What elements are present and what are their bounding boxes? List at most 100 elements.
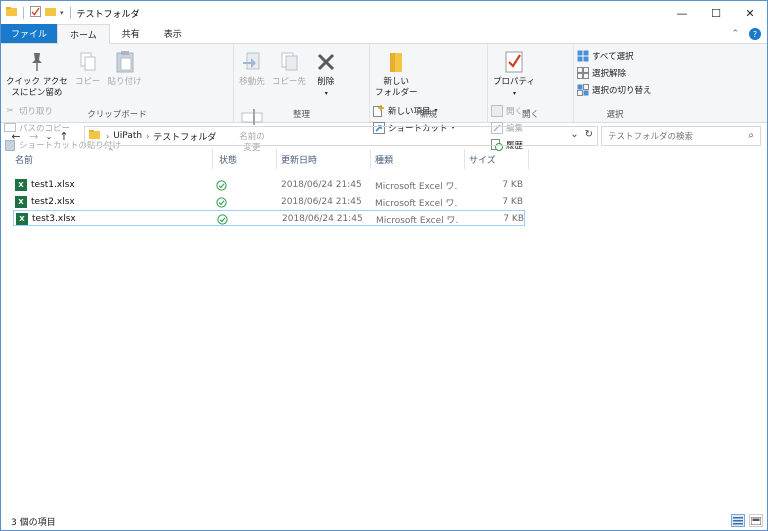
chevron-up-icon[interactable]: ⌃ bbox=[731, 29, 739, 39]
select-group: すべて選択 選択解除 選択の切り替え 選択 bbox=[574, 44, 656, 123]
new-folder-label-1: 新しい bbox=[383, 77, 410, 87]
file-size: 7 KB bbox=[502, 197, 523, 207]
table-row[interactable]: Xtest2.xlsx 2018/06/24 21:45 Microsoft E… bbox=[13, 194, 525, 210]
close-button[interactable]: ✕ bbox=[733, 1, 767, 25]
ribbon: クイック アクセ スにピン留め コピー 貼り付け ✂ 切り取り パスのコピー シ… bbox=[1, 44, 767, 153]
navigation-bar: ← → ⌄ ↑ › UiPath › テストフォルダ ⌄ ↻ テストフォルダの検… bbox=[1, 123, 767, 149]
chevron-down-icon: ▾ bbox=[324, 90, 328, 97]
folder-icon bbox=[89, 129, 100, 143]
file-name: test3.xlsx bbox=[32, 214, 76, 224]
details-view-icon bbox=[733, 516, 743, 524]
new-folder-label-2: フォルダー bbox=[375, 88, 418, 98]
copy-to-label: コピー先 bbox=[271, 77, 306, 87]
open-group-label: 開く bbox=[521, 110, 539, 120]
file-date: 2018/06/24 21:45 bbox=[281, 180, 362, 190]
back-button[interactable]: ← bbox=[7, 126, 25, 146]
file-type: Microsoft Excel ワ... bbox=[375, 181, 457, 192]
column-type[interactable]: 種類 bbox=[371, 149, 465, 169]
breadcrumb-uipath[interactable]: UiPath bbox=[113, 131, 142, 141]
organize-group: 移動先 コピー先 削除 ▾ 名前の 変更 整理 bbox=[234, 44, 370, 153]
select-all-icon bbox=[577, 50, 589, 62]
properties-button[interactable]: プロパティ ▾ bbox=[491, 46, 537, 101]
copy-to-icon bbox=[276, 48, 302, 76]
search-box[interactable]: テストフォルダの検索 ⌕ bbox=[601, 126, 761, 146]
chevron-down-icon[interactable]: ▾ bbox=[60, 9, 64, 17]
column-status[interactable]: 状態 bbox=[215, 149, 277, 169]
column-size[interactable]: サイズ bbox=[465, 149, 529, 169]
column-date[interactable]: 更新日時 bbox=[277, 149, 371, 169]
address-bar[interactable]: › UiPath › テストフォルダ ⌄ ↻ bbox=[84, 126, 598, 146]
breadcrumb-current[interactable]: テストフォルダ bbox=[153, 130, 216, 143]
open-group: プロパティ ▾ 開く ▾ 編集 履歴 開く bbox=[488, 44, 574, 151]
search-placeholder: テストフォルダの検索 bbox=[608, 132, 694, 142]
copy-icon bbox=[75, 48, 101, 76]
pin-label-2: スにピン留め bbox=[11, 88, 63, 98]
large-icons-view-icon bbox=[751, 516, 761, 525]
delete-button[interactable]: 削除 ▾ bbox=[311, 46, 341, 101]
properties-check-icon bbox=[501, 48, 527, 76]
tab-share[interactable]: 共有 bbox=[110, 24, 152, 43]
pin-icon bbox=[24, 48, 50, 76]
paste-icon bbox=[112, 48, 138, 76]
sync-ok-icon bbox=[216, 179, 227, 191]
move-to-icon bbox=[239, 48, 265, 76]
invert-selection-icon bbox=[577, 83, 589, 96]
tab-view[interactable]: 表示 bbox=[152, 24, 194, 43]
file-type: Microsoft Excel ワ... bbox=[375, 198, 457, 209]
chevron-right-icon[interactable]: › bbox=[106, 132, 109, 141]
file-type: Microsoft Excel ワ... bbox=[376, 215, 458, 226]
maximize-button[interactable]: ☐ bbox=[699, 1, 733, 25]
select-none-button[interactable]: 選択解除 bbox=[577, 65, 652, 80]
column-name[interactable]: 名前 bbox=[11, 149, 213, 169]
help-icon[interactable]: ? bbox=[749, 28, 761, 40]
organize-group-label: 整理 bbox=[292, 110, 310, 120]
large-icons-view-button[interactable] bbox=[749, 514, 763, 527]
minimize-button[interactable]: — bbox=[665, 1, 699, 25]
folder-icon bbox=[383, 48, 409, 76]
move-to-label: 移動先 bbox=[239, 77, 265, 87]
properties-label: プロパティ bbox=[493, 77, 535, 87]
file-size: 7 KB bbox=[502, 180, 523, 190]
new-group: 新しい フォルダー 新しい項目 ▾ ショートカット ▾ 新規 bbox=[370, 44, 488, 134]
explorer-window: ▾ テストフォルダ — ☐ ✕ ファイル ホーム 共有 表示 ⌃ ? クイック … bbox=[0, 0, 768, 531]
refresh-icon[interactable]: ↻ bbox=[585, 129, 593, 140]
new-folder-button[interactable]: 新しい フォルダー bbox=[373, 46, 420, 101]
pin-quick-access-button[interactable]: クイック アクセ スにピン留め bbox=[4, 46, 70, 101]
item-count: 3 個の項目 bbox=[11, 517, 56, 528]
quick-access-toolbar: ▾ bbox=[1, 6, 73, 20]
excel-file-icon: X bbox=[15, 196, 27, 208]
file-list: ^ 名前 状態 更新日時 種類 サイズ Xtest1.xlsx 2018/06/… bbox=[1, 148, 767, 509]
paste-label: 貼り付け bbox=[107, 77, 142, 87]
invert-selection-button[interactable]: 選択の切り替え bbox=[577, 82, 652, 97]
select-all-button[interactable]: すべて選択 bbox=[577, 48, 652, 63]
file-name: test1.xlsx bbox=[31, 180, 75, 190]
delete-x-icon bbox=[313, 48, 339, 76]
details-view-button[interactable] bbox=[731, 514, 745, 527]
table-row[interactable]: Xtest3.xlsx 2018/06/24 21:45 Microsoft E… bbox=[13, 210, 525, 226]
file-name: test2.xlsx bbox=[31, 197, 75, 207]
copy-to-button[interactable]: コピー先 bbox=[270, 46, 308, 90]
folder-icon bbox=[6, 6, 17, 20]
column-header: ^ 名前 状態 更新日時 種類 サイズ bbox=[1, 148, 531, 169]
paste-button[interactable]: 貼り付け bbox=[106, 46, 144, 90]
excel-file-icon: X bbox=[16, 213, 28, 225]
delete-label: 削除 bbox=[317, 77, 335, 87]
tab-file[interactable]: ファイル bbox=[1, 24, 58, 43]
recent-locations-button[interactable]: ⌄ bbox=[43, 126, 55, 146]
forward-button[interactable]: → bbox=[25, 126, 43, 146]
select-none-icon bbox=[577, 66, 589, 79]
search-icon[interactable]: ⌕ bbox=[748, 130, 754, 141]
chevron-right-icon[interactable]: › bbox=[146, 132, 149, 141]
chevron-down-icon: ▾ bbox=[512, 90, 516, 97]
tab-home[interactable]: ホーム bbox=[57, 24, 110, 44]
file-date: 2018/06/24 21:45 bbox=[281, 197, 362, 207]
properties-icon[interactable] bbox=[30, 6, 41, 20]
separator bbox=[23, 7, 24, 19]
new-group-label: 新規 bbox=[419, 110, 437, 120]
copy-button[interactable]: コピー bbox=[73, 46, 103, 90]
chevron-down-icon[interactable]: ⌄ bbox=[570, 129, 578, 140]
new-folder-icon[interactable] bbox=[45, 6, 56, 20]
up-button[interactable]: ↑ bbox=[55, 126, 73, 146]
move-to-button[interactable]: 移動先 bbox=[237, 46, 267, 90]
table-row[interactable]: Xtest1.xlsx 2018/06/24 21:45 Microsoft E… bbox=[13, 177, 525, 193]
